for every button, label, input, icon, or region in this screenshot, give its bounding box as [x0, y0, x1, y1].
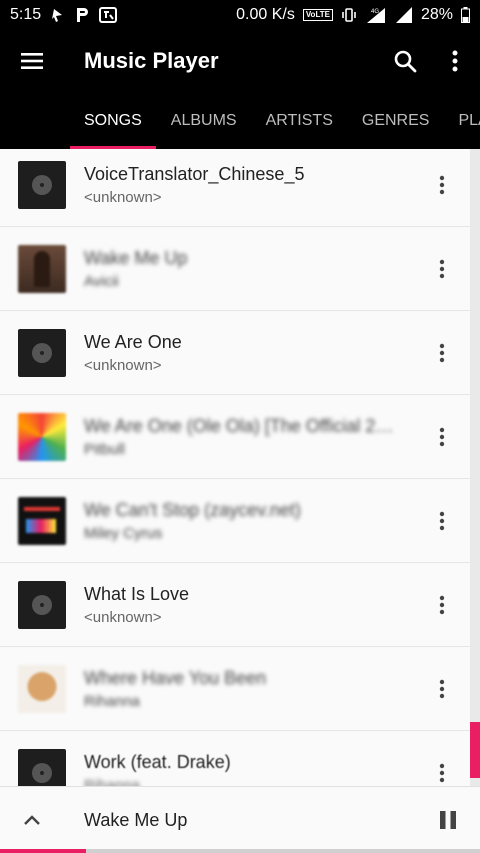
more-vert-icon: [439, 427, 445, 446]
song-title: What Is Love: [84, 583, 190, 604]
song-artist: Miley Cyrus: [84, 524, 163, 542]
song-row[interactable]: We Can't Stop (zaycev.net) Miley Cyrus: [0, 479, 470, 563]
song-options-button[interactable]: [428, 417, 456, 457]
song-options-button[interactable]: [428, 249, 456, 289]
battery-percent: 28%: [420, 6, 453, 23]
song-title: We Can't Stop (zaycev.net): [84, 499, 301, 520]
album-art-default-icon: [18, 580, 66, 629]
list-scrollbar-track[interactable]: [470, 149, 480, 786]
song-row[interactable]: Work (feat. Drake) Rihanna: [0, 731, 470, 786]
song-row[interactable]: Where Have You Been Rihanna: [0, 647, 470, 731]
more-vert-icon: [439, 595, 445, 614]
song-artist: <unknown>: [84, 608, 162, 626]
status-time: 5:15: [10, 6, 42, 23]
more-vert-icon: [439, 763, 445, 782]
songs-list: VoiceTranslator_Chinese_5 <unknown> Wake…: [0, 149, 480, 786]
tab-genres[interactable]: GENRES: [362, 92, 430, 149]
search-icon: [394, 50, 417, 73]
volte-badge: VoLTE: [302, 9, 333, 21]
song-row[interactable]: We Are One <unknown>: [0, 311, 470, 395]
vibrate-icon: [341, 7, 357, 23]
song-artist: Avicii: [84, 272, 119, 290]
overflow-menu-button[interactable]: [430, 30, 480, 92]
song-title: We Are One (Ole Ola) [The Official 20...: [84, 415, 400, 436]
playback-progress-fill: [0, 849, 87, 853]
song-title: Wake Me Up: [84, 247, 188, 268]
song-artist: <unknown>: [84, 356, 162, 374]
pause-icon: [440, 811, 456, 829]
album-art-default-icon: [18, 748, 66, 786]
signal-icon: [395, 6, 413, 24]
album-art: [18, 664, 66, 713]
playback-progress-bar[interactable]: [0, 849, 480, 853]
song-title: VoiceTranslator_Chinese_5: [84, 163, 305, 184]
album-art: [18, 412, 66, 461]
song-artist: <unknown>: [84, 188, 162, 206]
now-playing-title: Wake Me Up: [84, 809, 188, 830]
song-options-button[interactable]: [428, 165, 456, 205]
tab-artists[interactable]: ARTISTS: [266, 92, 333, 149]
song-artist: Rihanna: [84, 692, 140, 710]
album-art-default-icon: [18, 160, 66, 209]
menu-button[interactable]: [0, 30, 64, 92]
song-title: We Are One: [84, 331, 182, 352]
album-art-default-icon: [18, 328, 66, 377]
song-artist: Pitbull: [84, 440, 125, 458]
more-vert-icon: [439, 259, 445, 278]
song-title: Where Have You Been: [84, 667, 267, 688]
album-art: [18, 496, 66, 545]
more-vert-icon: [439, 511, 445, 530]
app-title: Music Player: [84, 48, 219, 73]
signal-4g-icon: 4G: [365, 6, 387, 24]
more-vert-icon: [439, 175, 445, 194]
song-row[interactable]: We Are One (Ole Ola) [The Official 20...…: [0, 395, 470, 479]
tab-albums[interactable]: ALBUMS: [171, 92, 237, 149]
song-artist: Rihanna: [84, 776, 140, 787]
app-toolbar: Music Player: [0, 30, 480, 92]
more-vert-icon: [439, 343, 445, 362]
pause-button[interactable]: [416, 788, 480, 852]
menu-icon: [21, 53, 43, 69]
chevron-up-icon: [24, 815, 40, 825]
more-vert-icon: [439, 679, 445, 698]
song-options-button[interactable]: [428, 669, 456, 709]
music-player-app: 5:15 0.00 K/s VoLTE 4G 28% Music Player …: [0, 0, 480, 853]
list-scrollbar-thumb[interactable]: [470, 722, 480, 778]
song-row[interactable]: Wake Me Up Avicii: [0, 227, 470, 311]
search-button[interactable]: [380, 30, 430, 92]
library-tabs: SONGS ALBUMS ARTISTS GENRES PLAY: [0, 92, 480, 149]
album-art: [18, 244, 66, 293]
song-options-button[interactable]: [428, 753, 456, 787]
translate-icon: [99, 7, 118, 23]
battery-icon: [461, 7, 470, 23]
expand-player-button[interactable]: [0, 788, 64, 852]
notification-icon: [51, 7, 65, 23]
song-options-button[interactable]: [428, 501, 456, 541]
more-vert-icon: [452, 50, 458, 72]
tab-playlists[interactable]: PLAY: [458, 92, 480, 149]
net-speed: 0.00 K/s: [236, 6, 295, 23]
status-bar: 5:15 0.00 K/s VoLTE 4G 28%: [0, 0, 480, 30]
song-options-button[interactable]: [428, 333, 456, 373]
now-playing-bar[interactable]: Wake Me Up: [0, 786, 480, 853]
song-options-button[interactable]: [428, 585, 456, 625]
song-row[interactable]: VoiceTranslator_Chinese_5 <unknown>: [0, 149, 470, 227]
svg-text:4G: 4G: [371, 9, 379, 15]
song-row[interactable]: What Is Love <unknown>: [0, 563, 470, 647]
song-title: Work (feat. Drake): [84, 751, 231, 772]
tab-songs[interactable]: SONGS: [70, 92, 156, 149]
p-app-icon: [75, 7, 89, 23]
